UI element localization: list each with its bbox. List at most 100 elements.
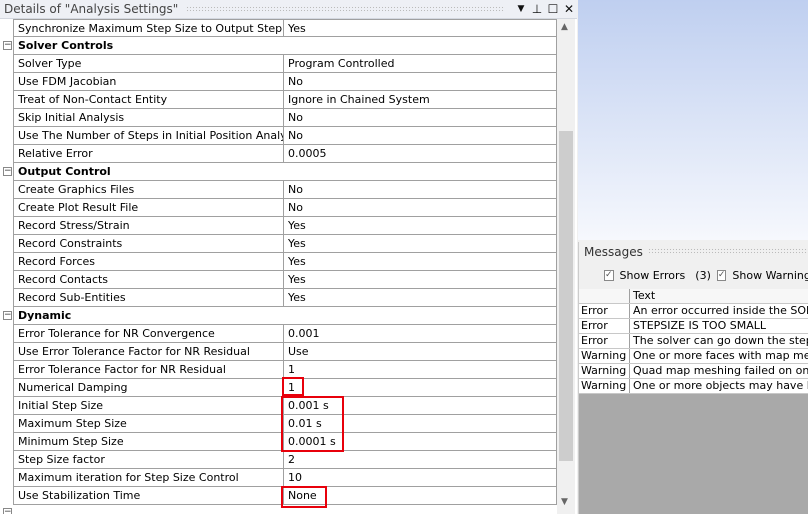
property-value[interactable]: 1 xyxy=(284,361,557,379)
property-name[interactable]: Create Plot Result File xyxy=(13,199,284,217)
property-row[interactable]: Maximum Step Size 0.01 s xyxy=(0,415,557,433)
property-value[interactable]: No xyxy=(284,73,557,91)
property-value[interactable]: Yes xyxy=(284,235,557,253)
property-value[interactable]: No xyxy=(284,109,557,127)
property-name[interactable]: Treat of Non-Contact Entity xyxy=(13,91,284,109)
property-row[interactable]: Use FDM Jacobian No xyxy=(0,73,557,91)
property-row[interactable]: Record Forces Yes xyxy=(0,253,557,271)
text-column-header[interactable]: Text xyxy=(630,289,808,303)
property-row[interactable]: Step Size factor 2 xyxy=(0,451,557,469)
section-header[interactable]: − Solver Controls xyxy=(0,37,557,55)
section-title[interactable]: Solver Controls xyxy=(13,37,557,55)
property-name[interactable]: Use The Number of Steps in Initial Posit… xyxy=(13,127,284,145)
pin-icon[interactable]: ⊥ xyxy=(529,2,545,16)
property-name[interactable]: Solver Type xyxy=(13,55,284,73)
drag-grip[interactable] xyxy=(186,5,505,13)
property-name[interactable]: Use Stabilization Time xyxy=(13,487,284,505)
property-row[interactable]: Maximum iteration for Step Size Control 1… xyxy=(0,469,557,487)
property-value[interactable]: Use xyxy=(284,343,557,361)
collapse-icon[interactable]: − xyxy=(3,508,12,514)
property-name[interactable]: Step Size factor xyxy=(13,451,284,469)
property-name[interactable]: Skip Initial Analysis xyxy=(13,109,284,127)
property-row[interactable]: Numerical Damping 1 xyxy=(0,379,557,397)
property-value[interactable]: Yes xyxy=(284,289,557,307)
scrollbar-thumb[interactable] xyxy=(559,131,573,461)
property-name[interactable]: Use Error Tolerance Factor for NR Residu… xyxy=(13,343,284,361)
property-value[interactable]: 0.001 s xyxy=(284,397,557,415)
section-header[interactable]: − Output Control xyxy=(0,163,557,181)
message-row[interactable]: ErrorAn error occurred inside the SOLVER xyxy=(579,304,808,319)
section-title[interactable]: Dynamic xyxy=(13,307,557,325)
section-header[interactable]: − Dynamic xyxy=(0,307,557,325)
property-value[interactable]: 1 xyxy=(284,379,557,397)
dropdown-icon[interactable]: ▼ xyxy=(513,4,529,14)
property-name[interactable]: Record Constraints xyxy=(13,235,284,253)
vertical-scrollbar[interactable]: ▲ ▼ xyxy=(557,19,575,514)
property-value[interactable]: Yes xyxy=(284,19,557,37)
property-row[interactable]: Create Graphics Files No xyxy=(0,181,557,199)
property-value[interactable]: 0.01 s xyxy=(284,415,557,433)
property-row[interactable]: Use The Number of Steps in Initial Posit… xyxy=(0,127,557,145)
show-warnings-label[interactable]: Show Warning xyxy=(732,269,808,282)
property-value[interactable]: Yes xyxy=(284,217,557,235)
property-value[interactable]: No xyxy=(284,199,557,217)
property-row[interactable]: Solver Type Program Controlled xyxy=(0,55,557,73)
property-value[interactable]: 10 xyxy=(284,469,557,487)
property-value[interactable]: None xyxy=(284,487,557,505)
property-row[interactable]: Synchronize Maximum Step Size to Output … xyxy=(0,19,557,37)
property-row[interactable]: Relative Error 0.0005 xyxy=(0,145,557,163)
property-value[interactable]: Yes xyxy=(284,271,557,289)
property-row[interactable]: Minimum Step Size 0.0001 s xyxy=(0,433,557,451)
property-value[interactable]: Yes xyxy=(284,253,557,271)
property-row[interactable]: Record Contacts Yes xyxy=(0,271,557,289)
show-errors-label[interactable]: Show Errors xyxy=(620,269,686,282)
property-name[interactable]: Create Graphics Files xyxy=(13,181,284,199)
message-row[interactable]: ErrorThe solver can go down the step siz… xyxy=(579,334,808,349)
property-name[interactable]: Synchronize Maximum Step Size to Output … xyxy=(13,19,284,37)
property-name[interactable]: Record Sub-Entities xyxy=(13,289,284,307)
section-title[interactable]: Output Control xyxy=(13,163,557,181)
property-value[interactable]: Program Controlled xyxy=(284,55,557,73)
property-name[interactable]: Error Tolerance for NR Convergence xyxy=(13,325,284,343)
property-row[interactable]: Use Error Tolerance Factor for NR Residu… xyxy=(0,343,557,361)
message-row[interactable]: Warning One or more objects may have lost xyxy=(579,379,808,394)
collapse-icon[interactable]: − xyxy=(3,311,12,320)
property-row[interactable]: Skip Initial Analysis No xyxy=(0,109,557,127)
property-name[interactable]: Error Tolerance Factor for NR Residual xyxy=(13,361,284,379)
property-name[interactable]: Record Forces xyxy=(13,253,284,271)
property-row[interactable]: Initial Step Size 0.001 s xyxy=(0,397,557,415)
property-value[interactable]: Ignore in Chained System xyxy=(284,91,557,109)
property-name[interactable]: Use FDM Jacobian xyxy=(13,73,284,91)
graphics-viewport[interactable] xyxy=(578,0,808,240)
message-row[interactable]: Warning One or more faces with map mesh xyxy=(579,349,808,364)
property-name[interactable]: Maximum Step Size xyxy=(13,415,284,433)
property-value[interactable]: 2 xyxy=(284,451,557,469)
type-column-header[interactable] xyxy=(579,289,630,303)
property-name[interactable]: Relative Error xyxy=(13,145,284,163)
property-name[interactable]: Numerical Damping xyxy=(13,379,284,397)
scroll-up-icon[interactable]: ▲ xyxy=(561,22,568,32)
property-value[interactable]: 0.0001 s xyxy=(284,433,557,451)
property-value[interactable]: No xyxy=(284,181,557,199)
close-icon[interactable]: ✕ xyxy=(561,2,577,16)
property-name[interactable]: Maximum iteration for Step Size Control xyxy=(13,469,284,487)
property-value[interactable]: 0.0005 xyxy=(284,145,557,163)
property-row[interactable]: Error Tolerance for NR Convergence 0.001 xyxy=(0,325,557,343)
property-row[interactable]: Record Constraints Yes xyxy=(0,235,557,253)
property-row[interactable]: Record Sub-Entities Yes xyxy=(0,289,557,307)
property-value[interactable]: No xyxy=(284,127,557,145)
collapse-icon[interactable]: − xyxy=(3,41,12,50)
property-row[interactable]: Treat of Non-Contact Entity Ignore in Cha… xyxy=(0,91,557,109)
message-row[interactable]: WarningQuad map meshing failed on one or xyxy=(579,364,808,379)
scroll-down-icon[interactable]: ▼ xyxy=(561,497,568,507)
property-name[interactable]: Record Contacts xyxy=(13,271,284,289)
collapse-icon[interactable]: − xyxy=(3,167,12,176)
message-row[interactable]: Error STEPSIZE IS TOO SMALL xyxy=(579,319,808,334)
property-name[interactable]: Minimum Step Size xyxy=(13,433,284,451)
property-row[interactable]: Use Stabilization Time None xyxy=(0,487,557,505)
maximize-icon[interactable]: ☐ xyxy=(545,2,561,16)
property-row[interactable]: Error Tolerance Factor for NR Residual 1 xyxy=(0,361,557,379)
show-warnings-checkbox[interactable]: ✓ xyxy=(716,269,727,281)
property-row[interactable]: Record Stress/Strain Yes xyxy=(0,217,557,235)
drag-grip[interactable] xyxy=(647,248,808,255)
